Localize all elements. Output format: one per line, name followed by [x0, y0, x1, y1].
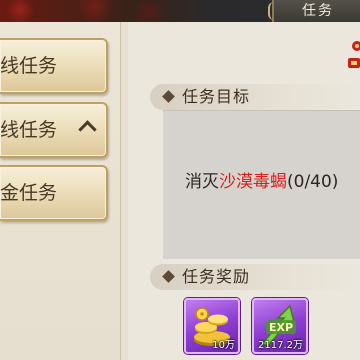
reward-item-exp[interactable]: EXP 2117.2万	[252, 298, 308, 354]
sidebar-item-label: 金任务	[0, 182, 58, 204]
reward-item-gold[interactable]: 10万	[184, 298, 240, 354]
top-bar: 任务	[0, 0, 360, 22]
sidebar-item-main-quest[interactable]: 线任务	[0, 38, 108, 94]
objective-verb: 消灭	[185, 172, 219, 192]
sidebar-item-bounty-quest[interactable]: 金任务	[0, 165, 108, 221]
diamond-bullet-icon	[162, 90, 175, 103]
svg-text:EXP: EXP	[269, 321, 293, 334]
chevron-up-icon	[78, 120, 97, 139]
reward-quantity: 2117.2万	[258, 340, 303, 351]
objective-target: 沙漠毒蝎	[219, 172, 287, 192]
objective-description: 消灭沙漠毒蝎(0/40)	[185, 167, 338, 192]
title-ornament	[268, 2, 280, 20]
rewards-header-title: 任务奖励	[182, 267, 251, 286]
diamond-bullet-icon	[162, 270, 175, 283]
objective-box: 消灭沙漠毒蝎(0/40)	[163, 110, 360, 259]
sidebar-item-label: 线任务	[0, 119, 58, 141]
sidebar-item-label: 线任务	[0, 55, 58, 77]
task-category-sidebar: 线任务 线任务 金任务	[0, 22, 121, 360]
header-decoration	[0, 0, 180, 22]
sidebar-item-side-quest[interactable]: 线任务	[0, 102, 108, 158]
objective-header-title: 任务目标	[182, 87, 251, 106]
seal-decoration-icon	[348, 41, 360, 68]
window-title-tab: 任务	[268, 0, 360, 22]
reward-quantity: 10万	[212, 340, 235, 351]
objective-progress: (0/40)	[287, 172, 339, 192]
window-title: 任务	[302, 3, 334, 19]
rewards-header: 任务奖励	[150, 264, 360, 290]
objective-header: 任务目标	[150, 84, 360, 110]
